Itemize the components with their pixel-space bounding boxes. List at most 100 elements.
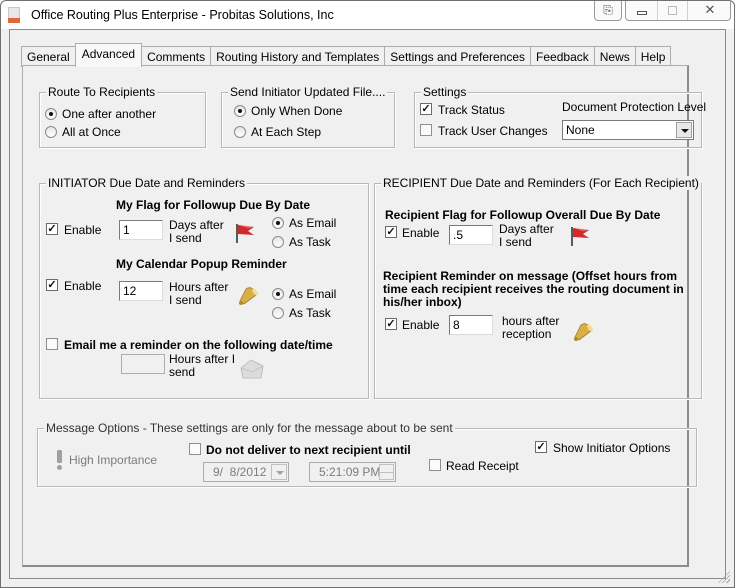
unit-line: I send — [499, 235, 532, 249]
app-window: Office Routing Plus Enterprise - Probita… — [0, 0, 735, 588]
recipient-reminder-unit-label: hours after reception — [502, 315, 559, 341]
exclamation-icon — [57, 450, 62, 470]
unit-line: hours after — [502, 314, 560, 328]
group-label: INITIATOR Due Date and Reminders — [46, 176, 247, 190]
recipient-reminder-hours-input[interactable]: 8 — [449, 315, 493, 335]
recipient-flag-days-input[interactable]: .5 — [449, 225, 493, 245]
popup-as-task-radio[interactable] — [272, 307, 284, 319]
recipient-flag-enable-label: Enable — [402, 226, 440, 240]
recipient-reminder-enable-label: Enable — [402, 318, 440, 332]
show-initiator-options-label: Show Initiator Options — [553, 441, 671, 455]
time-spinner[interactable] — [379, 464, 394, 480]
advanced-tab-page: Route To Recipients One after another Al… — [22, 65, 706, 567]
export-icon: ⎘ — [603, 3, 613, 17]
tab-settings-preferences[interactable]: Settings and Preferences — [384, 46, 532, 67]
close-icon: ✕ — [704, 2, 716, 17]
flag-unit-label: Days after I send — [169, 219, 224, 245]
group-label: Settings — [421, 85, 469, 99]
envelope-icon — [240, 359, 264, 379]
popup-enable-checkbox[interactable]: ✓ — [46, 279, 58, 291]
email-reminder-unit-label: Hours after Isend — [169, 353, 235, 379]
protection-level-select[interactable]: None — [562, 120, 694, 140]
show-initiator-options-checkbox[interactable]: ✓ — [535, 441, 547, 453]
window-extra-button[interactable]: ⎘ — [594, 1, 622, 21]
tab-routing-history[interactable]: Routing History and Templates — [210, 46, 386, 67]
tab-feedback[interactable]: Feedback — [530, 46, 595, 67]
flag-icon — [236, 224, 254, 243]
track-user-changes-checkbox[interactable] — [420, 124, 432, 136]
unit-line: Days after — [499, 222, 554, 236]
spinner-divider — [380, 472, 393, 473]
window-controls: ✕ — [625, 1, 731, 21]
radio-all-at-once[interactable] — [45, 126, 57, 138]
read-receipt-checkbox[interactable] — [429, 459, 441, 471]
bell-icon — [574, 323, 593, 341]
flag-as-email-radio[interactable] — [272, 217, 284, 229]
do-not-deliver-checkbox[interactable] — [189, 443, 201, 455]
app-document-icon — [8, 7, 20, 23]
do-not-deliver-label: Do not deliver to next recipient until — [206, 443, 411, 457]
radio-only-when-done[interactable] — [234, 105, 246, 117]
radio-at-each-step[interactable] — [234, 126, 246, 138]
send-initiator-file-group: Send Initiator Updated File.... Only Whe… — [221, 85, 395, 148]
flag-as-task-radio[interactable] — [272, 236, 284, 248]
recipient-flag-unit-label: Days after I send — [499, 223, 554, 249]
popup-hours-input[interactable]: 12 — [119, 281, 163, 301]
settings-group: Settings ✓ Track Status Track User Chang… — [414, 85, 706, 148]
maximize-icon — [668, 6, 677, 16]
flag-icon — [571, 227, 589, 246]
unit-line: I send — [169, 293, 202, 307]
bell-icon — [239, 287, 258, 305]
tab-comments[interactable]: Comments — [141, 46, 212, 67]
track-status-label: Track Status — [438, 103, 505, 117]
heading-line: time each recipient receives the routing… — [383, 282, 684, 296]
recipient-flag-heading: Recipient Flag for Followup Overall Due … — [385, 208, 661, 222]
deliver-date-picker[interactable]: 9/ 8/2012 — [203, 462, 289, 482]
title-bar[interactable]: Office Routing Plus Enterprise - Probita… — [1, 1, 734, 29]
recipient-reminder-enable-checkbox[interactable]: ✓ — [385, 318, 397, 330]
popup-enable-label: Enable — [64, 279, 102, 293]
radio-one-after-another[interactable] — [45, 108, 57, 120]
flag-heading: My Flag for Followup Due By Date — [116, 198, 311, 212]
email-reminder-hours-input[interactable] — [121, 354, 165, 374]
group-label: Message Options - These settings are onl… — [44, 421, 455, 435]
unit-line: Hours after — [169, 280, 229, 294]
tab-strip: General Advanced Comments Routing Histor… — [21, 43, 672, 67]
chevron-down-icon — [676, 122, 692, 138]
maximize-button[interactable] — [658, 1, 688, 20]
popup-unit-label: Hours after I send — [169, 281, 228, 307]
radio-label: As Task — [289, 306, 331, 320]
popup-heading: My Calendar Popup Reminder — [116, 257, 287, 271]
unit-line: I send — [169, 231, 202, 245]
deliver-time-picker[interactable]: 5:21:09 PM — [309, 462, 396, 482]
deliver-date-value: 9/ 8/2012 — [213, 465, 267, 479]
unit-line: send — [169, 365, 196, 379]
minimize-button[interactable] — [626, 1, 658, 20]
high-importance-label[interactable]: High Importance — [69, 453, 157, 467]
tab-general[interactable]: General — [21, 46, 76, 67]
recipient-group: RECIPIENT Due Date and Reminders (For Ea… — [374, 176, 702, 399]
heading-line: Recipient Reminder on message (Offset ho… — [383, 269, 678, 283]
group-label: Send Initiator Updated File.... — [228, 85, 388, 99]
flag-days-input[interactable]: 1 — [119, 220, 163, 240]
initiator-group: INITIATOR Due Date and Reminders My Flag… — [39, 176, 369, 399]
message-options-group: Message Options - These settings are onl… — [37, 421, 697, 487]
tab-advanced[interactable]: Advanced — [74, 43, 143, 67]
unit-line: reception — [502, 327, 552, 341]
read-receipt-label: Read Receipt — [446, 459, 519, 473]
flag-enable-checkbox[interactable]: ✓ — [46, 223, 58, 235]
tab-help[interactable]: Help — [634, 46, 672, 67]
track-user-changes-label: Track User Changes — [438, 124, 548, 138]
radio-label: Only When Done — [251, 104, 343, 118]
track-status-checkbox[interactable]: ✓ — [420, 103, 432, 115]
radio-label: As Email — [289, 216, 337, 230]
tab-news[interactable]: News — [593, 46, 636, 67]
unit-line: Days after — [169, 218, 224, 232]
recipient-flag-enable-checkbox[interactable]: ✓ — [385, 226, 397, 238]
route-to-recipients-group: Route To Recipients One after another Al… — [39, 85, 206, 148]
protection-level-value: None — [566, 123, 595, 137]
close-button[interactable]: ✕ — [688, 1, 732, 20]
radio-label: At Each Step — [251, 125, 322, 139]
email-reminder-checkbox[interactable] — [46, 338, 58, 350]
popup-as-email-radio[interactable] — [272, 288, 284, 300]
